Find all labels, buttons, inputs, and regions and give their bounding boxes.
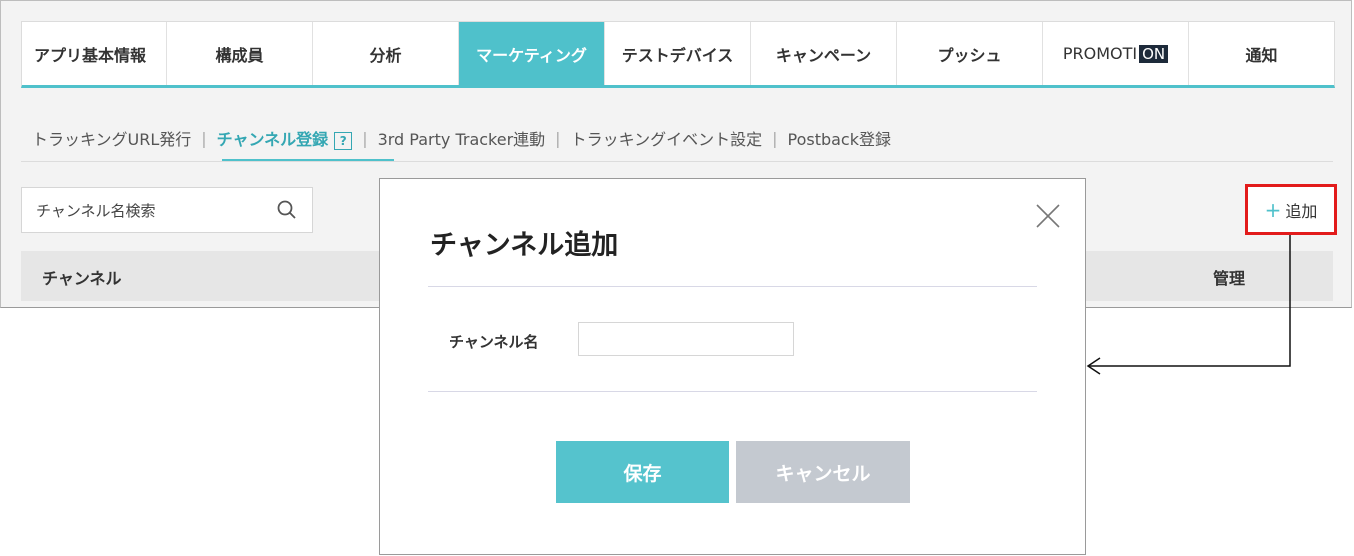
- add-channel-dialog: チャンネル追加 チャンネル名 保存 キャンセル: [379, 178, 1086, 555]
- cancel-button[interactable]: キャンセル: [736, 441, 910, 503]
- active-subtab-underline: [222, 159, 394, 161]
- dialog-divider: [428, 286, 1037, 287]
- close-icon[interactable]: [1033, 201, 1063, 231]
- tab-label: 分析: [369, 45, 402, 65]
- tab-push[interactable]: プッシュ: [897, 22, 1043, 85]
- divider: |: [772, 128, 778, 148]
- tab-notification[interactable]: 通知: [1189, 22, 1334, 85]
- top-tab-bar: アプリ基本情報 構成員 分析 マーケティング テストデバイス キャンペーン プッ…: [21, 21, 1335, 88]
- plus-icon: +: [1264, 197, 1282, 222]
- tab-label: キャンペーン: [775, 45, 872, 65]
- tab-promotion[interactable]: PROMOTI ON: [1043, 22, 1189, 85]
- tab-campaign[interactable]: キャンペーン: [751, 22, 897, 85]
- help-icon[interactable]: ?: [334, 132, 353, 150]
- save-button[interactable]: 保存: [556, 441, 729, 503]
- channel-name-input[interactable]: [578, 322, 794, 356]
- column-header-channel: チャンネル: [42, 269, 122, 288]
- search-input[interactable]: チャンネル名検索: [21, 187, 313, 233]
- subtab-divider: [21, 161, 1333, 162]
- tab-label: アプリ基本情報: [34, 45, 147, 65]
- dialog-title: チャンネル追加: [430, 230, 619, 261]
- add-button-label: 追加: [1285, 201, 1318, 221]
- search-placeholder: チャンネル名検索: [36, 201, 156, 220]
- divider: |: [362, 128, 368, 148]
- subtab-postback[interactable]: Postback登録: [785, 126, 893, 150]
- tab-label: プッシュ: [937, 45, 1002, 65]
- column-header-manage: 管理: [1212, 269, 1245, 288]
- tab-label: 構成員: [215, 45, 264, 65]
- tab-test-device[interactable]: テストデバイス: [605, 22, 751, 85]
- add-button[interactable]: + 追加: [1245, 184, 1337, 235]
- tab-marketing[interactable]: マーケティング: [459, 22, 605, 85]
- tab-analytics[interactable]: 分析: [313, 22, 459, 85]
- sub-tab-bar: トラッキングURL発行 | チャンネル登録? | 3rd Party Track…: [30, 126, 893, 150]
- tab-label: マーケティング: [476, 45, 587, 65]
- subtab-3rd-party[interactable]: 3rd Party Tracker連動: [376, 126, 548, 150]
- tab-app-info[interactable]: アプリ基本情報: [22, 22, 167, 85]
- subtab-channel-register[interactable]: チャンネル登録?: [215, 126, 355, 150]
- divider: |: [555, 128, 561, 148]
- subtab-tracking-event[interactable]: トラッキングイベント設定: [569, 126, 765, 150]
- divider: |: [201, 128, 207, 148]
- subtab-label: チャンネル登録: [216, 130, 329, 149]
- tab-label: PROMOTI: [1062, 44, 1138, 63]
- dialog-divider: [428, 391, 1037, 392]
- on-badge: ON: [1139, 44, 1169, 63]
- search-icon[interactable]: [276, 199, 298, 221]
- subtab-tracking-url[interactable]: トラッキングURL発行: [30, 126, 193, 150]
- channel-name-label: チャンネル名: [449, 333, 539, 351]
- tab-label: 通知: [1245, 45, 1278, 65]
- tab-members[interactable]: 構成員: [167, 22, 313, 85]
- tab-label: テストデバイス: [621, 45, 734, 65]
